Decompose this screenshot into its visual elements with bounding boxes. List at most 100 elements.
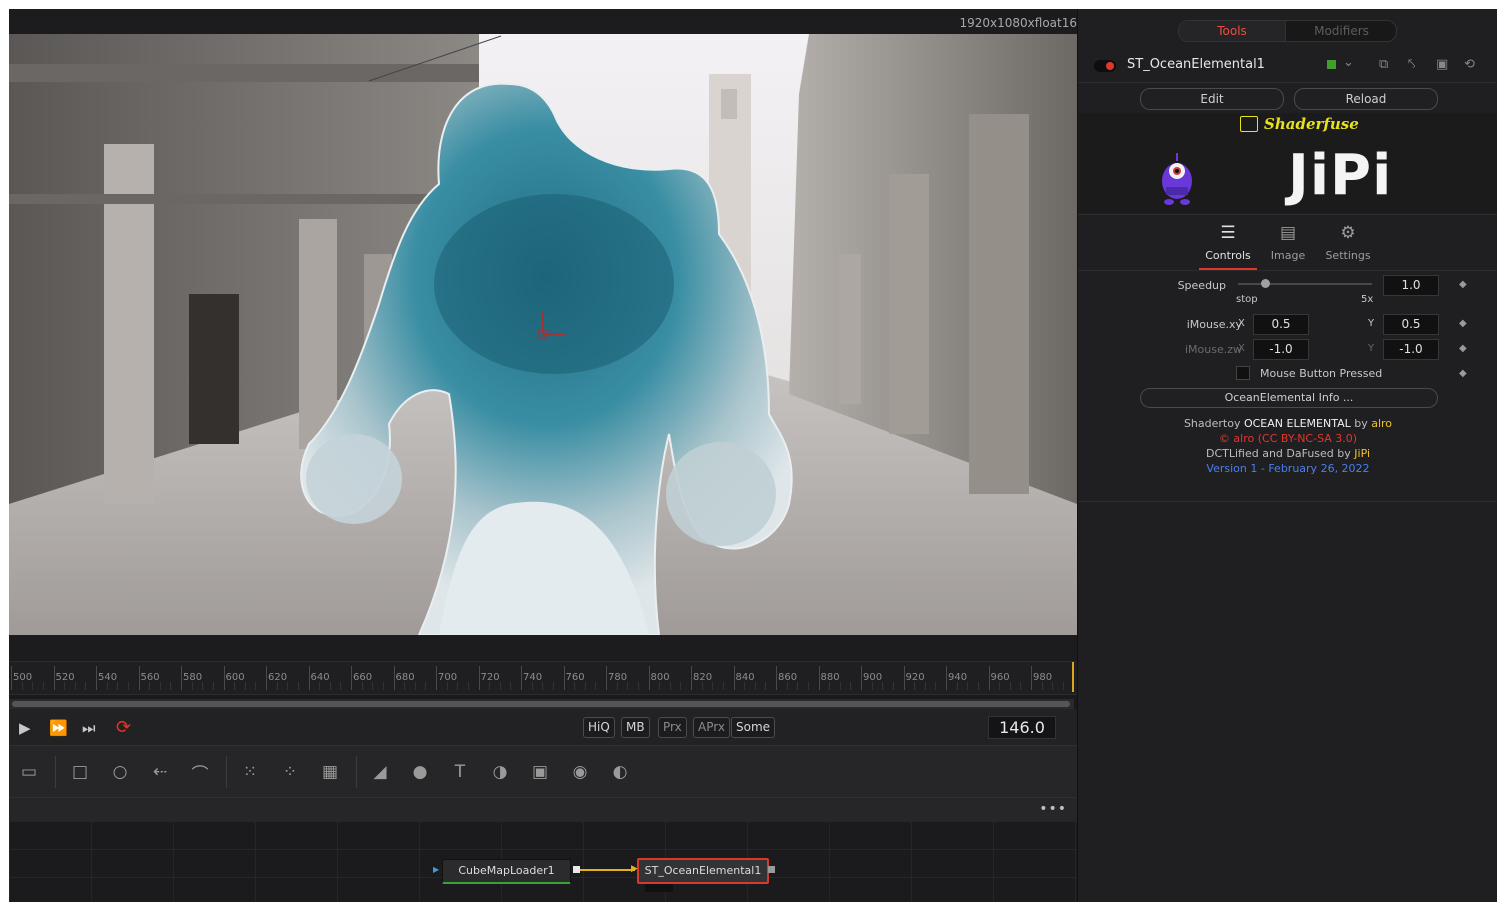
merge-3d-icon[interactable]: ◑ <box>487 760 513 784</box>
light-3d-icon[interactable]: ◐ <box>607 760 633 784</box>
renderer-3d-icon[interactable]: ▣ <box>527 760 553 784</box>
node-flow[interactable]: ▶ CubeMapLoader1 ▶ ST_OceanElemental1 <box>9 822 1077 902</box>
tab-tools[interactable]: Tools <box>1179 21 1285 41</box>
node-thumbnail-toggle[interactable] <box>645 884 673 892</box>
image-plane-icon[interactable]: ◢ <box>367 760 393 784</box>
info-button[interactable]: OceanElemental Info ... <box>1140 388 1438 408</box>
rectangle-icon[interactable]: □ <box>67 760 93 784</box>
time-ruler[interactable]: 500 520 540 560 580 600 620 640 660 680 700 720 740 7… <box>9 661 1077 695</box>
current-frame-field[interactable]: 146.0 <box>988 716 1056 739</box>
viewer-image[interactable] <box>9 34 1077 635</box>
hiq-button[interactable]: HiQ <box>583 717 615 738</box>
viewer-resolution: 1920x1080xfloat16 <box>959 16 1077 30</box>
grid-line <box>9 849 1077 850</box>
tab-modifiers[interactable]: Modifiers <box>1285 21 1396 41</box>
mouse-button-checkbox[interactable] <box>1236 366 1250 380</box>
sliders-icon: ☰ <box>1220 223 1236 243</box>
ruler-tick <box>563 666 565 690</box>
reset-icon[interactable]: ⟲ <box>1464 57 1475 72</box>
lock-icon[interactable]: ▣ <box>1436 57 1448 72</box>
ruler-minor-tick <box>914 682 916 690</box>
ellipse-icon[interactable]: ○ <box>107 760 133 784</box>
tab-settings[interactable]: ⚙ Settings <box>1318 223 1378 262</box>
tool-color-swatch[interactable] <box>1327 60 1336 69</box>
ruler-minor-tick <box>584 682 586 690</box>
tool-header[interactable]: ST_OceanElemental1 ⌄ ⧉ ⤣ ▣ ⟲ <box>1078 53 1497 81</box>
fast-forward-icon[interactable]: ⏩ <box>49 719 68 737</box>
imouse-y-field[interactable]: 0.5 <box>1383 314 1439 335</box>
particle-icon[interactable]: ▦ <box>317 760 343 784</box>
speedup-field[interactable]: 1.0 <box>1383 275 1439 296</box>
playhead[interactable] <box>1072 662 1074 692</box>
keyframe-diamond-icon[interactable]: ◆ <box>1459 368 1467 379</box>
speedup-max-label: 5x <box>1361 294 1374 305</box>
info-jipi-link[interactable]: JiPi <box>1354 447 1370 460</box>
particle-render-icon[interactable]: ⁘ <box>277 760 303 784</box>
shape-3d-icon[interactable]: ● <box>407 760 433 784</box>
speedup-slider-handle[interactable] <box>1260 279 1270 288</box>
time-scrubber[interactable] <box>9 699 1074 709</box>
ruler-minor-tick <box>297 682 299 690</box>
tab-controls[interactable]: ☰ Controls <box>1198 223 1258 270</box>
time-range-bar[interactable] <box>12 701 1070 707</box>
camera-3d-icon[interactable]: ◉ <box>567 760 593 784</box>
particle-emitter-icon[interactable]: ⁙ <box>237 760 263 784</box>
ruler-minor-tick <box>999 682 1001 690</box>
keyframe-diamond-icon[interactable]: ◆ <box>1459 343 1467 354</box>
tool-name: ST_OceanElemental1 <box>1127 57 1265 72</box>
flow-options-button[interactable]: ••• <box>1039 801 1067 817</box>
ruler-minor-tick <box>595 682 597 690</box>
reload-button[interactable]: Reload <box>1294 88 1438 110</box>
ruler-minor-tick <box>754 682 756 690</box>
ruler-tick <box>818 666 820 690</box>
info-license[interactable]: © alro (CC BY-NC-SA 3.0) <box>1078 432 1497 445</box>
ruler-tick <box>351 666 352 690</box>
edit-button[interactable]: Edit <box>1140 88 1284 110</box>
grid-line <box>9 822 10 902</box>
divider <box>1078 501 1497 502</box>
auto-proxy-button[interactable]: APrx <box>693 717 730 738</box>
keyframe-diamond-icon[interactable]: ◆ <box>1459 279 1467 290</box>
tab-image-label: Image <box>1270 249 1306 262</box>
ruler-minor-tick <box>64 682 66 690</box>
ruler-tick <box>606 666 607 690</box>
node-st-oceanelemental[interactable]: ST_OceanElemental1 <box>637 858 769 884</box>
output-port[interactable] <box>573 866 580 873</box>
output-port[interactable] <box>768 866 775 873</box>
imouse-zw-label: iMouse.zw <box>1184 343 1242 356</box>
play-icon[interactable]: ▶ <box>19 719 31 737</box>
speedup-slider-track[interactable] <box>1238 283 1372 285</box>
ruler-minor-tick <box>786 682 788 690</box>
polygon-icon[interactable]: ⇠ <box>147 760 173 784</box>
tool-bar: ▭ □ ○ ⇠ ⌒ ⁙ ⁘ ▦ ◢ ● T ◑ ▣ ◉ ◐ <box>9 745 1077 798</box>
selective-update-button[interactable]: Some <box>731 717 776 738</box>
imouse-z-field[interactable]: -1.0 <box>1253 339 1309 360</box>
imouse-x-field[interactable]: 0.5 <box>1253 314 1309 335</box>
ruler-tick <box>691 666 692 690</box>
motion-blur-button[interactable]: MB <box>621 717 650 738</box>
tab-image[interactable]: ▤ Image <box>1258 223 1318 262</box>
ruler-minor-tick <box>191 682 193 690</box>
versions-icon[interactable]: ⧉ <box>1379 57 1388 72</box>
text-3d-icon[interactable]: T <box>447 760 473 784</box>
bspline-icon[interactable]: ⌒ <box>187 760 213 785</box>
proxy-button[interactable]: Prx <box>658 717 687 738</box>
ruler-minor-tick <box>616 682 618 690</box>
ruler-tick <box>181 666 182 690</box>
node-cubemaploader[interactable]: CubeMapLoader1 <box>442 859 571 884</box>
imouse-w-field[interactable]: -1.0 <box>1383 339 1439 360</box>
background-icon[interactable]: ▭ <box>16 760 42 784</box>
ruler-minor-tick <box>255 682 257 690</box>
info-author-link[interactable]: alro <box>1371 417 1392 430</box>
keyframe-diamond-icon[interactable]: ◆ <box>1459 318 1467 329</box>
loop-icon[interactable]: ⟳ <box>116 717 131 738</box>
ruler-minor-tick <box>276 682 278 690</box>
skip-end-icon[interactable]: ⏭ <box>82 719 96 737</box>
pin-icon[interactable]: ⤣ <box>1408 57 1415 72</box>
ruler-minor-tick <box>712 682 714 690</box>
chevron-down-icon[interactable]: ⌄ <box>1343 55 1354 70</box>
info-version[interactable]: Version 1 - February 26, 2022 <box>1078 462 1497 475</box>
tool-enable-toggle[interactable] <box>1094 60 1116 72</box>
image-icon: ▤ <box>1279 223 1297 243</box>
ruler-minor-tick <box>21 682 23 690</box>
